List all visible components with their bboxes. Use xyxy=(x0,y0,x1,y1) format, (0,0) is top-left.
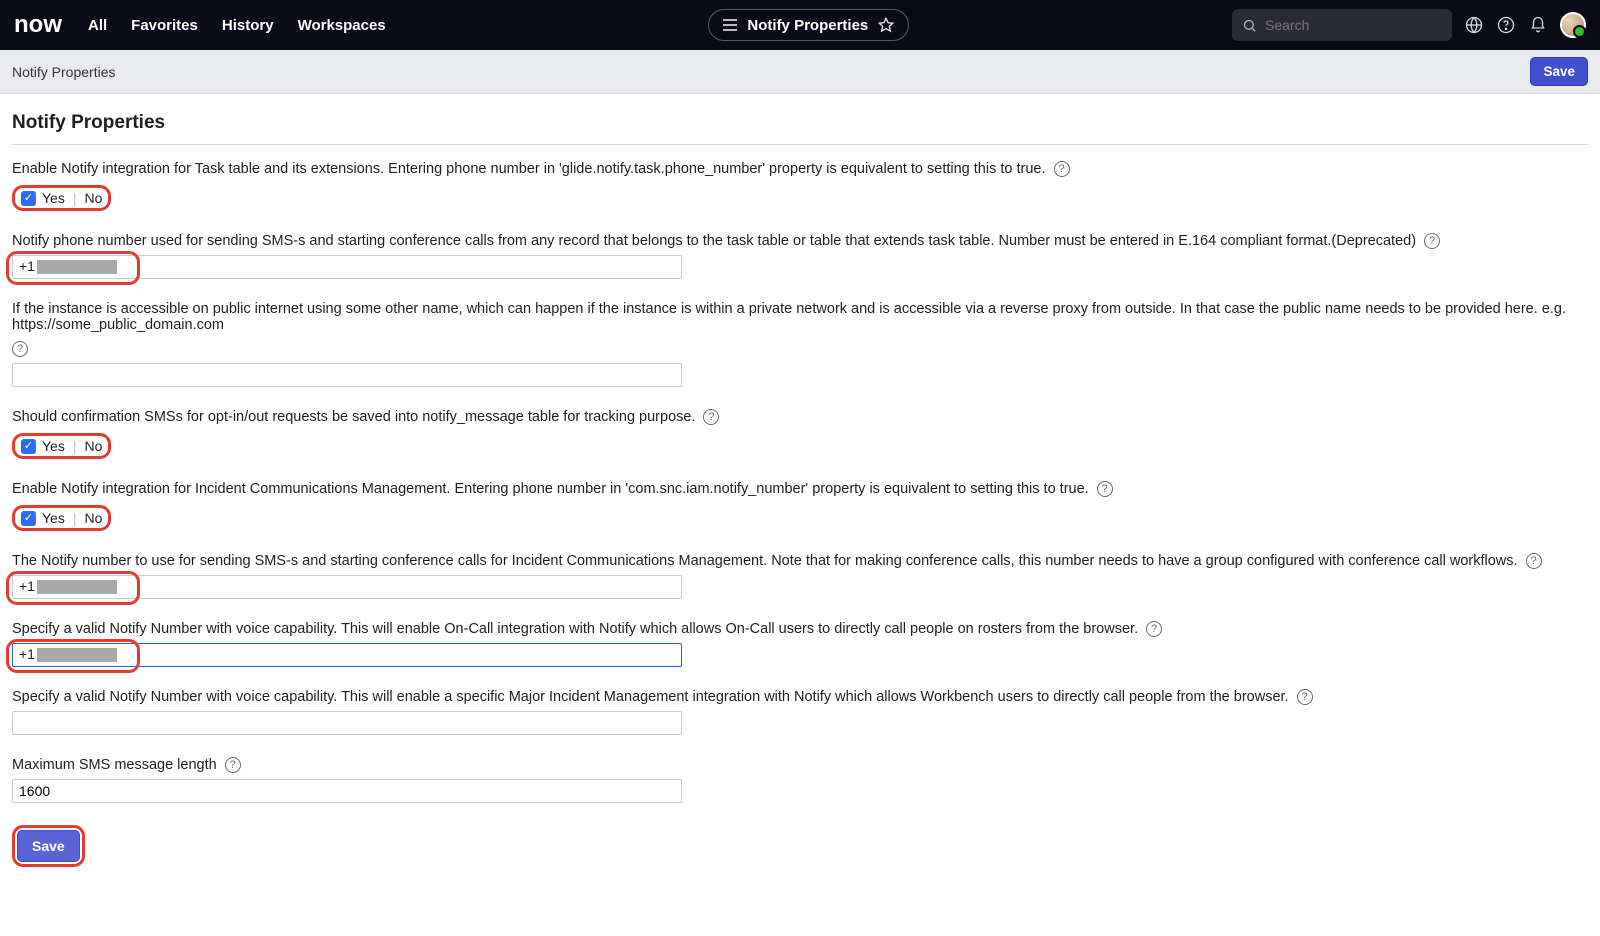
help-icon[interactable]: ? xyxy=(1054,161,1070,177)
nav-favorites[interactable]: Favorites xyxy=(131,17,198,34)
title-pill[interactable]: Notify Properties xyxy=(708,9,909,41)
divider xyxy=(12,144,1588,145)
prop-confirm-sms-tracking: Should confirmation SMSs for opt-in/out … xyxy=(12,409,1588,459)
prop-instance-public-name: If the instance is accessible on public … xyxy=(12,301,1588,387)
label-text: Should confirmation SMSs for opt-in/out … xyxy=(12,409,695,425)
sub-header-title: Notify Properties xyxy=(12,64,115,80)
sub-header: Notify Properties Save xyxy=(0,50,1600,94)
label-text: Enable Notify integration for Incident C… xyxy=(12,481,1089,497)
help-icon[interactable]: ? xyxy=(12,341,28,357)
top-nav: now All Favorites History Workspaces Not… xyxy=(0,0,1600,50)
nav-all[interactable]: All xyxy=(88,17,107,34)
nav-links: All Favorites History Workspaces xyxy=(88,17,386,34)
save-button-top[interactable]: Save xyxy=(1530,57,1588,86)
save-button-bottom[interactable]: Save xyxy=(17,830,80,862)
logo[interactable]: now xyxy=(14,11,62,39)
yesno-enable-notify-task: ✓ Yes | No xyxy=(12,185,111,211)
max-sms-length-input[interactable] xyxy=(12,779,682,803)
search-icon xyxy=(1242,18,1257,33)
nav-history[interactable]: History xyxy=(222,17,274,34)
help-icon[interactable]: ? xyxy=(703,409,719,425)
nav-right xyxy=(1232,9,1586,41)
field-row xyxy=(12,711,1588,735)
title-pill-title: Notify Properties xyxy=(747,17,868,34)
footer-actions: Save xyxy=(12,825,1588,867)
label-text: Maximum SMS message length xyxy=(12,757,217,773)
prop-enable-incident-comm: Enable Notify integration for Incident C… xyxy=(12,481,1588,531)
yes-label: Yes xyxy=(42,438,65,454)
avatar[interactable] xyxy=(1560,12,1586,38)
label-text: Enable Notify integration for Task table… xyxy=(12,161,1046,177)
task-phone-number-input[interactable]: +1 xyxy=(12,255,682,279)
no-label: No xyxy=(84,510,102,526)
field-row xyxy=(12,363,1588,387)
redacted-icon xyxy=(37,648,117,662)
checkbox-icon[interactable]: ✓ xyxy=(21,511,36,526)
iam-number-input[interactable]: +1 xyxy=(12,575,682,599)
instance-public-name-input[interactable] xyxy=(12,363,682,387)
content: Notify Properties Enable Notify integrat… xyxy=(0,94,1600,887)
help-icon[interactable]: ? xyxy=(1097,481,1113,497)
globe-icon[interactable] xyxy=(1464,15,1484,35)
prop-label: If the instance is accessible on public … xyxy=(12,301,1588,357)
label-text: Notify phone number used for sending SMS… xyxy=(12,233,1416,249)
yesno-incident-comm: ✓ Yes | No xyxy=(12,505,111,531)
global-search[interactable] xyxy=(1232,9,1452,41)
bell-icon[interactable] xyxy=(1528,15,1548,35)
yes-label: Yes xyxy=(42,510,65,526)
prop-oncall-number: Specify a valid Notify Number with voice… xyxy=(12,621,1588,667)
nav-workspaces[interactable]: Workspaces xyxy=(298,17,386,34)
nav-center: Notify Properties xyxy=(396,9,1222,41)
checkbox-icon[interactable]: ✓ xyxy=(21,191,36,206)
help-icon[interactable]: ? xyxy=(1146,621,1162,637)
prop-label: Enable Notify integration for Task table… xyxy=(12,161,1588,177)
list-icon xyxy=(723,19,737,31)
checkbox-icon[interactable]: ✓ xyxy=(21,439,36,454)
yes-label: Yes xyxy=(42,190,65,206)
prop-label: Enable Notify integration for Incident C… xyxy=(12,481,1588,497)
label-text: Specify a valid Notify Number with voice… xyxy=(12,621,1138,637)
prop-major-incident-number: Specify a valid Notify Number with voice… xyxy=(12,689,1588,735)
field-row: +1 xyxy=(12,643,1588,667)
prop-enable-notify-task: Enable Notify integration for Task table… xyxy=(12,161,1588,211)
prop-label: The Notify number to use for sending SMS… xyxy=(12,553,1588,569)
label-text: If the instance is accessible on public … xyxy=(12,301,1588,333)
star-icon[interactable] xyxy=(878,17,894,33)
prop-label: Specify a valid Notify Number with voice… xyxy=(12,621,1588,637)
help-icon[interactable] xyxy=(1496,15,1516,35)
field-row xyxy=(12,779,1588,803)
no-label: No xyxy=(84,190,102,206)
oncall-number-input[interactable]: +1 xyxy=(12,643,682,667)
prop-label: Should confirmation SMSs for opt-in/out … xyxy=(12,409,1588,425)
prop-label: Notify phone number used for sending SMS… xyxy=(12,233,1588,249)
field-row: +1 xyxy=(12,575,1588,599)
label-text: The Notify number to use for sending SMS… xyxy=(12,553,1518,569)
yesno-confirm-sms: ✓ Yes | No xyxy=(12,433,111,459)
help-icon[interactable]: ? xyxy=(225,757,241,773)
prop-max-sms-length: Maximum SMS message length ? xyxy=(12,757,1588,803)
value-prefix: +1 xyxy=(19,646,35,662)
major-incident-number-input[interactable] xyxy=(12,711,682,735)
page-title: Notify Properties xyxy=(12,112,1588,134)
prop-label: Specify a valid Notify Number with voice… xyxy=(12,689,1588,705)
no-label: No xyxy=(84,438,102,454)
value-prefix: +1 xyxy=(19,578,35,594)
search-input[interactable] xyxy=(1265,17,1442,33)
value-prefix: +1 xyxy=(19,258,35,274)
redacted-icon xyxy=(37,580,117,594)
help-icon[interactable]: ? xyxy=(1424,233,1440,249)
label-text: Specify a valid Notify Number with voice… xyxy=(12,689,1289,705)
prop-label: Maximum SMS message length ? xyxy=(12,757,1588,773)
prop-task-phone-number: Notify phone number used for sending SMS… xyxy=(12,233,1588,279)
help-icon[interactable]: ? xyxy=(1526,553,1542,569)
prop-iam-number: The Notify number to use for sending SMS… xyxy=(12,553,1588,599)
redacted-icon xyxy=(37,260,117,274)
save-highlight-ring: Save xyxy=(12,825,85,867)
help-icon[interactable]: ? xyxy=(1297,689,1313,705)
field-row: +1 xyxy=(12,255,1588,279)
